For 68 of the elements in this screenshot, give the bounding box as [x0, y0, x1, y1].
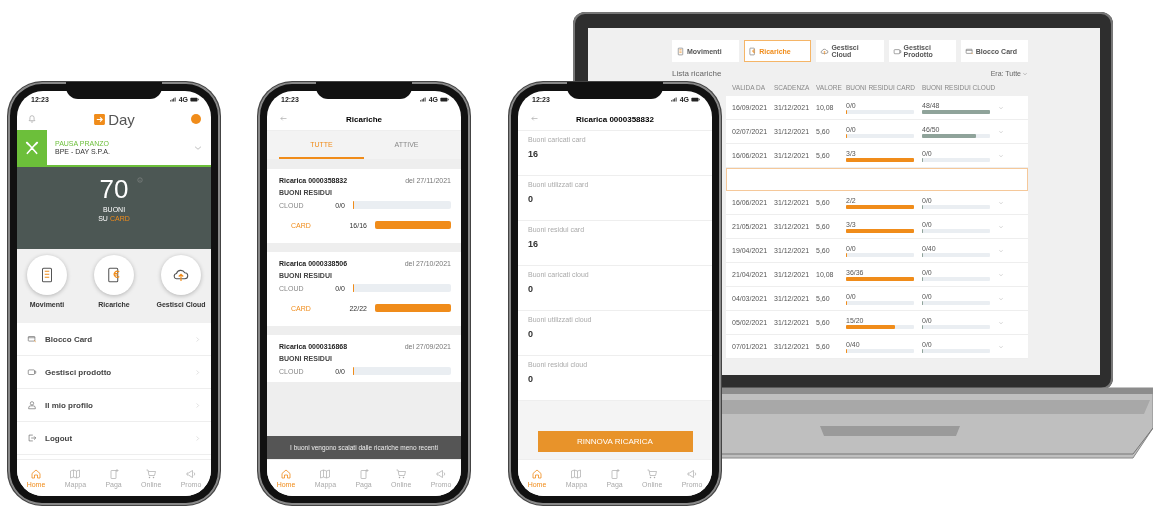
- back-arrow-icon: [279, 114, 288, 123]
- logout-icon: [27, 433, 37, 443]
- megaphone-icon: [685, 468, 698, 480]
- chevron-down-icon[interactable]: [998, 152, 1004, 159]
- chevron-right-icon: [194, 401, 201, 409]
- profile-avatar[interactable]: [191, 114, 201, 124]
- field-value: 0: [528, 194, 534, 204]
- logo-icon: [93, 112, 107, 126]
- phone-euro-icon: [105, 266, 123, 284]
- signal-icon: [169, 96, 177, 103]
- phone-plus-icon: [357, 468, 370, 480]
- chevron-down-icon[interactable]: [998, 104, 1004, 111]
- cart-icon: [145, 468, 158, 480]
- back-button[interactable]: [279, 114, 288, 123]
- logo-text: Day: [108, 110, 135, 128]
- chevron-down-icon[interactable]: [998, 319, 1004, 326]
- chevron-down-icon[interactable]: [998, 128, 1004, 135]
- field-value: 16: [528, 149, 539, 159]
- battery-icon: [440, 95, 449, 104]
- shortcut-button[interactable]: [161, 255, 201, 295]
- phone-plus-icon: [608, 468, 621, 480]
- shortcut-button[interactable]: [27, 255, 67, 295]
- signal-icon: [670, 96, 678, 103]
- screen-title: Ricarica 0000358832: [576, 114, 654, 124]
- chevron-down-icon: [1022, 70, 1028, 77]
- card-reader-icon: [27, 367, 37, 377]
- info-icon[interactable]: [137, 177, 143, 183]
- field-value: 0: [528, 329, 534, 339]
- home-icon: [531, 468, 543, 480]
- document-list-icon: [676, 46, 685, 56]
- megaphone-icon: [184, 468, 197, 480]
- chevron-right-icon: [194, 434, 201, 442]
- field-value: 0: [528, 374, 534, 384]
- person-icon: [27, 400, 37, 410]
- chevron-right-icon: [194, 368, 201, 376]
- battery-icon: [190, 95, 199, 104]
- chevron-down-icon[interactable]: [998, 247, 1004, 254]
- phone-plus-icon: [107, 468, 120, 480]
- chevron-right-icon: [194, 335, 201, 343]
- credit-card-icon: [27, 334, 37, 344]
- balance-value: 70: [99, 175, 129, 203]
- megaphone-icon: [434, 468, 447, 480]
- signal-icon: [419, 96, 427, 103]
- chevron-down-icon[interactable]: [998, 199, 1004, 206]
- back-arrow-icon: [530, 114, 539, 123]
- chevron-down-icon[interactable]: [998, 271, 1004, 278]
- cloud-upload-icon: [820, 46, 830, 56]
- bell-icon[interactable]: [27, 114, 37, 124]
- home-icon: [280, 468, 292, 480]
- map-icon: [69, 468, 82, 480]
- card-reader-icon: [892, 46, 902, 56]
- map-icon: [570, 468, 583, 480]
- phone-euro-icon: [748, 46, 758, 56]
- cart-icon: [395, 468, 408, 480]
- screen-title: Ricariche: [346, 114, 382, 124]
- field-value: 0: [528, 284, 534, 294]
- chevron-down-icon[interactable]: [998, 223, 1004, 230]
- shortcut-button[interactable]: [94, 255, 134, 295]
- field-value: 16: [528, 239, 539, 249]
- chevron-down-icon[interactable]: [998, 343, 1004, 350]
- back-button[interactable]: [530, 114, 539, 123]
- credit-card-icon: [964, 46, 974, 56]
- home-icon: [30, 468, 42, 480]
- map-icon: [319, 468, 332, 480]
- cart-icon: [646, 468, 659, 480]
- battery-icon: [691, 95, 700, 104]
- chevron-down-icon[interactable]: [998, 295, 1004, 302]
- list-title: Lista ricariche: [672, 69, 722, 78]
